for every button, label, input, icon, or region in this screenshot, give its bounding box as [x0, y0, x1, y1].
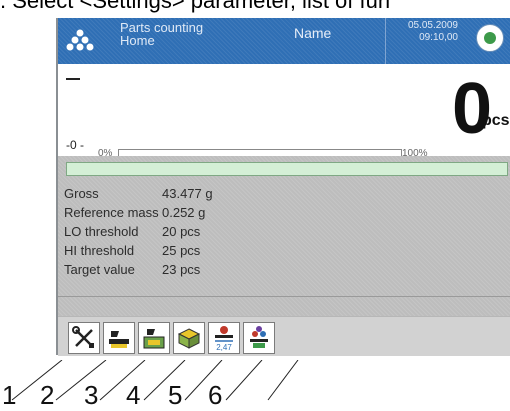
user-name[interactable]: Name — [294, 25, 331, 41]
callout-lines — [11, 360, 299, 401]
callout-number: 3 — [84, 380, 99, 410]
package-icon — [177, 328, 201, 349]
callout-number: 1 — [2, 380, 17, 410]
threshold-bar — [66, 162, 508, 176]
status-indicator-icon[interactable] — [476, 24, 504, 52]
mode-subtitle: Home — [120, 33, 155, 48]
instruction-caption: . Select <Settings> parameter, list of f… — [0, 0, 391, 13]
info-row-value: 25 pcs — [162, 243, 201, 258]
info-row-label: Gross — [64, 186, 99, 201]
tare-select-icon — [143, 329, 165, 349]
parts-counting-mode-icon[interactable] — [66, 26, 94, 54]
header-divider — [385, 18, 386, 64]
info-row-value: 20 pcs — [162, 224, 201, 239]
info-row-value: 43.477 g — [162, 186, 213, 201]
weighing-result: 0 — [451, 69, 492, 149]
package-button[interactable] — [173, 322, 205, 354]
top-bar: Parts counting Home Name 05.05.2009 09:1… — [58, 18, 510, 64]
callout-number: 2 — [40, 380, 55, 410]
info-row-label: LO threshold — [64, 224, 139, 239]
info-row-value: 23 pcs — [162, 262, 201, 277]
zero-indicator: -0 - — [66, 138, 84, 152]
tare-icon — [109, 331, 129, 348]
callout-number: 5 — [168, 380, 183, 410]
info-row-value: 0.252 g — [162, 205, 206, 220]
tare-select-button[interactable] — [138, 322, 170, 354]
reference-mass-label: 2,47 — [216, 343, 232, 352]
time-readout: 09:10,00 — [419, 32, 458, 43]
sample-count-button[interactable] — [243, 322, 275, 354]
info-row-label: Reference mass — [64, 205, 159, 220]
info-row-label: Target value — [64, 262, 135, 277]
info-panel: Gross 43.477 g Reference mass 0.252 g LO… — [58, 156, 510, 316]
tare-button[interactable] — [103, 322, 135, 354]
reference-mass-button[interactable]: 2,47 — [208, 322, 240, 354]
callout-number: 6 — [208, 380, 223, 410]
date-readout: 05.05.2009 — [407, 20, 458, 31]
sample-count-icon — [250, 326, 268, 348]
info-row-label: HI threshold — [64, 243, 135, 258]
info-divider — [58, 296, 510, 297]
settings-button[interactable] — [68, 322, 100, 354]
scale-screen: Parts counting Home Name 05.05.2009 09:1… — [56, 18, 510, 356]
settings-tools-icon — [72, 326, 94, 348]
callout-number: 4 — [126, 380, 141, 410]
stability-icon — [66, 78, 80, 80]
unit-label[interactable]: pcs — [482, 112, 510, 130]
reference-mass-icon: 2,47 — [215, 326, 233, 352]
function-button-bar: 2,47 — [58, 316, 510, 356]
